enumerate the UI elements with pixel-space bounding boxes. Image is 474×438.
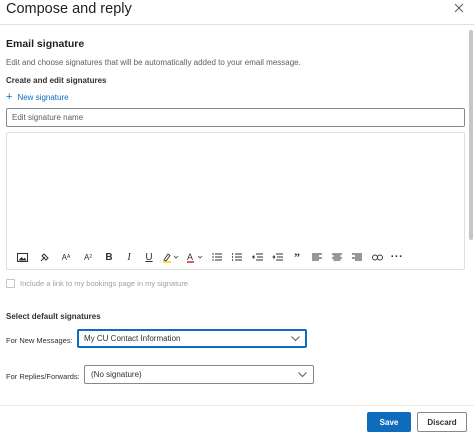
new-signature-button[interactable]: + New signature [6,91,69,103]
italic-icon[interactable]: I [119,249,139,265]
new-messages-value: My CU Contact Information [84,334,181,343]
quote-icon[interactable]: ” [287,249,307,265]
bookings-link-option[interactable]: Include a link to my bookings page in my… [6,279,188,288]
align-center-icon[interactable] [327,249,347,265]
replies-value: (No signature) [91,370,142,379]
replies-label: For Replies/Forwards: [6,372,80,381]
link-icon[interactable] [367,249,387,265]
align-right-icon[interactable] [347,249,367,265]
save-button[interactable]: Save [367,412,411,432]
signature-editor-body[interactable] [8,134,464,242]
font-size-increase-icon[interactable]: A2 [77,249,99,265]
numbering-icon[interactable] [227,249,247,265]
plus-icon: + [6,91,13,103]
bookings-checkbox-label: Include a link to my bookings page in my… [20,279,189,288]
increase-indent-icon[interactable] [267,249,287,265]
new-signature-label: New signature [17,92,69,102]
signature-name-input[interactable] [6,108,465,127]
align-left-icon[interactable] [307,249,327,265]
svg-text:A: A [187,252,193,262]
footer-divider [0,405,474,406]
underline-icon[interactable]: U [139,249,159,265]
header-divider [0,24,474,25]
format-painter-icon[interactable] [33,249,55,265]
new-messages-select[interactable]: My CU Contact Information [77,329,307,348]
font-color-icon[interactable]: A [183,249,207,265]
new-messages-label: For New Messages: [6,336,73,345]
close-icon [454,0,464,18]
signature-editor[interactable]: AA A2 B I U A ” ··· [6,132,465,270]
chevron-down-icon [291,335,300,342]
formatting-toolbar: AA A2 B I U A ” ··· [11,249,407,265]
font-size-decrease-icon[interactable]: AA [55,249,77,265]
replies-select[interactable]: (No signature) [84,365,314,384]
discard-button[interactable]: Discard [417,412,467,432]
create-edit-heading: Create and edit signatures [6,76,107,85]
insert-picture-icon[interactable] [11,249,33,265]
scrollbar[interactable] [469,30,473,240]
email-signature-heading: Email signature [6,38,85,50]
chevron-down-icon [298,371,307,378]
bullets-icon[interactable] [207,249,227,265]
bold-icon[interactable]: B [99,249,119,265]
default-signatures-heading: Select default signatures [6,312,101,321]
bookings-checkbox[interactable] [6,279,15,288]
email-signature-description: Edit and choose signatures that will be … [6,58,301,67]
decrease-indent-icon[interactable] [247,249,267,265]
dialog-title: Compose and reply [6,1,132,17]
more-options-icon[interactable]: ··· [387,249,407,265]
highlight-icon[interactable] [159,249,183,265]
close-button[interactable] [451,1,467,17]
